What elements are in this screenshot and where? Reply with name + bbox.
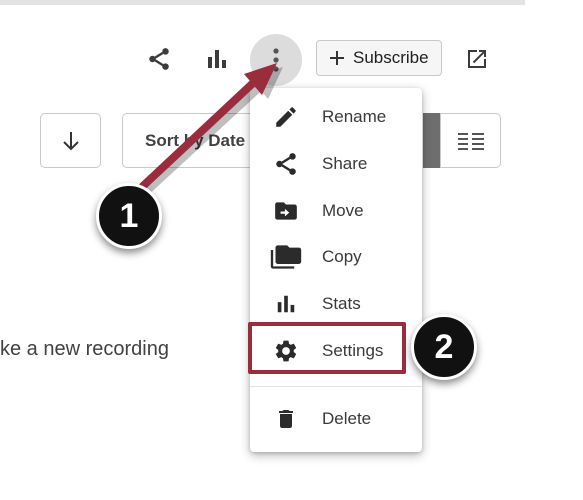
list-view-icon (457, 132, 484, 150)
copy-folder-icon (270, 241, 302, 273)
menu-item-stats[interactable]: Stats (250, 281, 422, 327)
subscribe-button[interactable]: Subscribe (316, 40, 442, 76)
empty-state-text: ke a new recording (0, 338, 169, 360)
bar-chart-icon[interactable] (200, 42, 234, 76)
menu-item-copy[interactable]: Copy (250, 234, 422, 280)
menu-item-share[interactable]: Share (250, 141, 422, 187)
plus-icon (329, 50, 345, 66)
download-button[interactable] (40, 113, 101, 168)
top-divider (0, 0, 525, 5)
trash-icon (270, 403, 302, 435)
menu-divider (250, 386, 422, 387)
menu-item-label: Stats (322, 294, 361, 313)
bar-chart-icon (270, 288, 302, 320)
settings-highlight-box (248, 322, 406, 374)
share-icon (270, 148, 302, 180)
menu-item-move[interactable]: Move (250, 188, 422, 234)
menu-item-rename[interactable]: Rename (250, 94, 422, 140)
menu-item-label: Move (322, 201, 364, 220)
folder-move-icon (270, 195, 302, 227)
menu-item-label: Share (322, 154, 368, 173)
pencil-icon (270, 101, 302, 133)
sort-label: Sort by Date (145, 130, 246, 150)
menu-item-label: Copy (322, 247, 362, 266)
list-view-button[interactable] (440, 113, 501, 168)
more-vert-icon (271, 47, 281, 73)
arrow-down-icon (61, 130, 81, 152)
share-icon[interactable] (142, 42, 176, 76)
menu-item-label: Delete (322, 409, 372, 428)
view-toggle-divider (423, 113, 440, 168)
subscribe-label: Subscribe (353, 48, 429, 67)
step-callout-2: 2 (411, 314, 477, 380)
more-options-button[interactable] (250, 34, 302, 86)
step-callout-1: 1 (96, 183, 162, 249)
menu-item-label: Rename (322, 107, 387, 126)
menu-item-delete[interactable]: Delete (250, 396, 422, 442)
more-options-menu: Rename Share Move Copy Stats Settings De… (250, 88, 422, 452)
open-in-new-icon[interactable] (460, 42, 494, 76)
